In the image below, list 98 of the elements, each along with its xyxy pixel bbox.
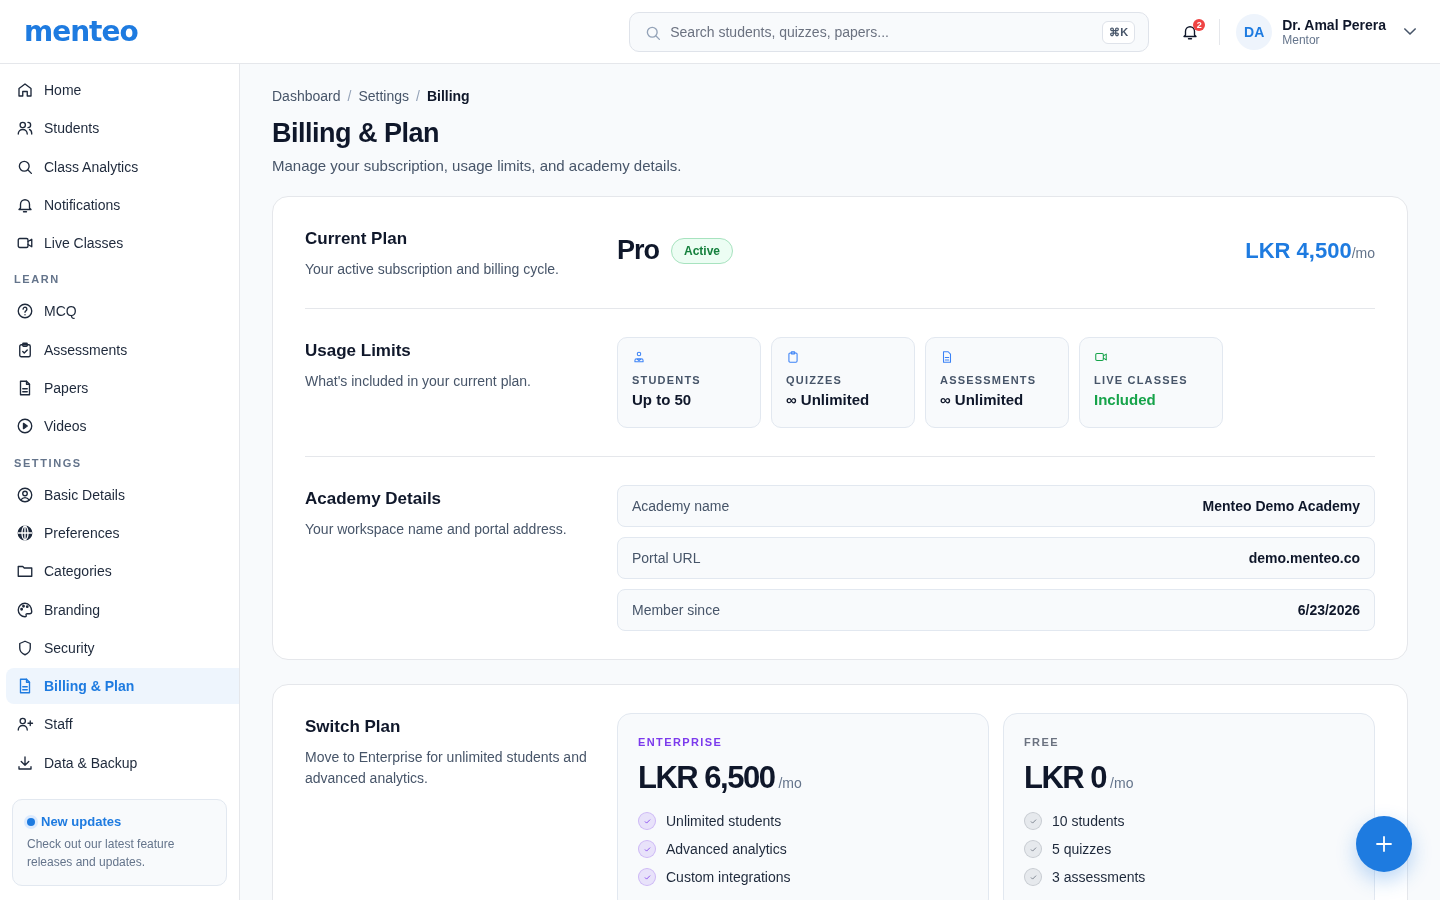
section-description: What's included in your current plan. [305, 372, 532, 391]
detail-label: Academy name [632, 498, 730, 514]
notification-button[interactable]: 2 [1177, 18, 1204, 45]
sidebar-item[interactable]: Live Classes [6, 225, 239, 262]
check-icon [638, 868, 656, 886]
usage-value: Up to 50 [632, 391, 693, 408]
sidebar-item[interactable]: Home [6, 72, 239, 108]
sidebar-item[interactable]: Basic Details [6, 476, 239, 513]
price-period: /mo [778, 775, 802, 791]
breadcrumb-separator: / [347, 88, 352, 104]
status-badge: Active [671, 237, 734, 264]
globe-icon [16, 523, 34, 542]
breadcrumb-link[interactable]: Billing [426, 88, 470, 104]
section-label: LEARN [13, 272, 61, 288]
question-icon [16, 302, 34, 321]
detail-label: Member since [632, 602, 720, 618]
plan-label: FREE [1024, 736, 1060, 748]
user-circle-icon [16, 485, 34, 504]
updates-title[interactable]: New updates [41, 814, 122, 830]
user-name: Dr. Amal Perera [1282, 16, 1386, 33]
plan-card[interactable]: FREE LKR 0/mo 10 students 5 quizzes 3 assessments [1003, 713, 1375, 900]
chevron-down-icon[interactable] [1404, 28, 1416, 35]
feature-text: Unlimited students [666, 813, 782, 829]
section-title: Current Plan [305, 229, 409, 249]
usage-label: LIVE CLASSES [1094, 374, 1189, 386]
sidebar-item[interactable]: Notifications [6, 186, 239, 223]
usage-value: Included [1094, 391, 1157, 408]
check-icon [638, 812, 656, 830]
sidebar-item[interactable]: Billing & Plan [6, 668, 239, 705]
check-icon [1024, 812, 1042, 830]
section-title: Usage Limits [305, 341, 412, 361]
updates-text: Check out our latest feature releases and updates. [27, 836, 176, 872]
feature-text: Custom integrations [666, 869, 791, 885]
plan-price: LKR 0 [1024, 760, 1107, 796]
usage-label: ASSESSMENTS [940, 374, 1038, 386]
usage-label: QUIZZES [786, 374, 844, 386]
sidebar-item[interactable]: Security [6, 629, 239, 666]
sidebar-item[interactable]: Staff [6, 706, 239, 743]
sidebar-item[interactable]: Videos [6, 408, 239, 445]
detail-value: Menteo Demo Academy [1202, 498, 1360, 514]
detail-value: demo.menteo.co [1248, 550, 1360, 566]
price-period: /mo [1110, 775, 1134, 791]
sidebar-item[interactable]: Preferences [6, 514, 239, 551]
section-description: Your workspace name and portal address. [305, 520, 568, 539]
check-icon [1024, 868, 1042, 886]
clipboard-check-icon [16, 340, 34, 359]
feature-text: 5 quizzes [1052, 841, 1112, 857]
breadcrumb-link[interactable]: Dashboard [272, 88, 341, 104]
person-icon [632, 350, 646, 364]
user-plus-icon [16, 715, 34, 734]
page-title: Billing & Plan [272, 118, 440, 149]
plan-card[interactable]: ENTERPRISE LKR 6,500/mo Unlimited students Advanced analytics Custom integrations [617, 713, 989, 900]
sidebar-item[interactable]: Assessments [6, 331, 239, 368]
section-title: Academy Details [305, 489, 443, 509]
usage-value: ∞ Unlimited [786, 391, 871, 408]
sidebar-item[interactable]: Categories [6, 553, 239, 590]
avatar: DA [1236, 13, 1273, 50]
plan-label: ENTERPRISE [638, 736, 724, 748]
sidebar-item[interactable]: Branding [6, 591, 239, 628]
price-period: /mo [1351, 244, 1375, 261]
users-icon [16, 119, 34, 138]
sidebar-item[interactable]: MCQ [6, 293, 239, 330]
sidebar-item[interactable]: Data & Backup [6, 744, 239, 781]
plan-name: Pro [617, 235, 659, 266]
usage-value: ∞ Unlimited [940, 391, 1025, 408]
usage-label: STUDENTS [632, 374, 702, 386]
shield-icon [16, 638, 34, 657]
check-icon [638, 840, 656, 858]
clipboard-icon [786, 350, 800, 364]
breadcrumb-separator: / [416, 88, 420, 104]
palette-icon [16, 600, 34, 619]
sidebar-item[interactable]: Papers [6, 370, 239, 407]
section-label: SETTINGS [13, 455, 83, 471]
logo[interactable]: menteo [24, 15, 138, 48]
sidebar-item[interactable]: Class Analytics [6, 148, 239, 185]
check-icon [1024, 840, 1042, 858]
plan-price: LKR 6,500 [638, 760, 775, 796]
video-camera-icon [1094, 350, 1108, 364]
breadcrumb-link[interactable]: Settings [358, 88, 409, 104]
feature-text: 3 assessments [1052, 869, 1146, 885]
page-subtitle: Manage your subscription, usage limits, and academy details. [272, 157, 683, 174]
feature-text: Advanced analytics [666, 841, 787, 857]
notification-badge: 2 [1193, 18, 1206, 31]
detail-value: 6/23/2026 [1297, 602, 1360, 618]
play-icon [16, 417, 34, 436]
document-icon [940, 350, 954, 364]
section-title: Switch Plan [305, 717, 402, 737]
plus-icon [1376, 836, 1392, 852]
download-icon [16, 753, 34, 772]
section-description: Your active subscription and billing cycle. [305, 260, 560, 279]
sidebar-item[interactable]: Students [6, 110, 239, 147]
status-dot-icon [27, 817, 35, 826]
plan-price: LKR 4,500 [1245, 237, 1352, 263]
home-icon [16, 81, 34, 99]
user-role: Mentor [1282, 32, 1321, 47]
section-description: Move to Enterprise for unlimited students and advanced analytics. [305, 748, 588, 788]
feature-text: 10 students [1052, 813, 1125, 829]
detail-label: Portal URL [632, 550, 701, 566]
